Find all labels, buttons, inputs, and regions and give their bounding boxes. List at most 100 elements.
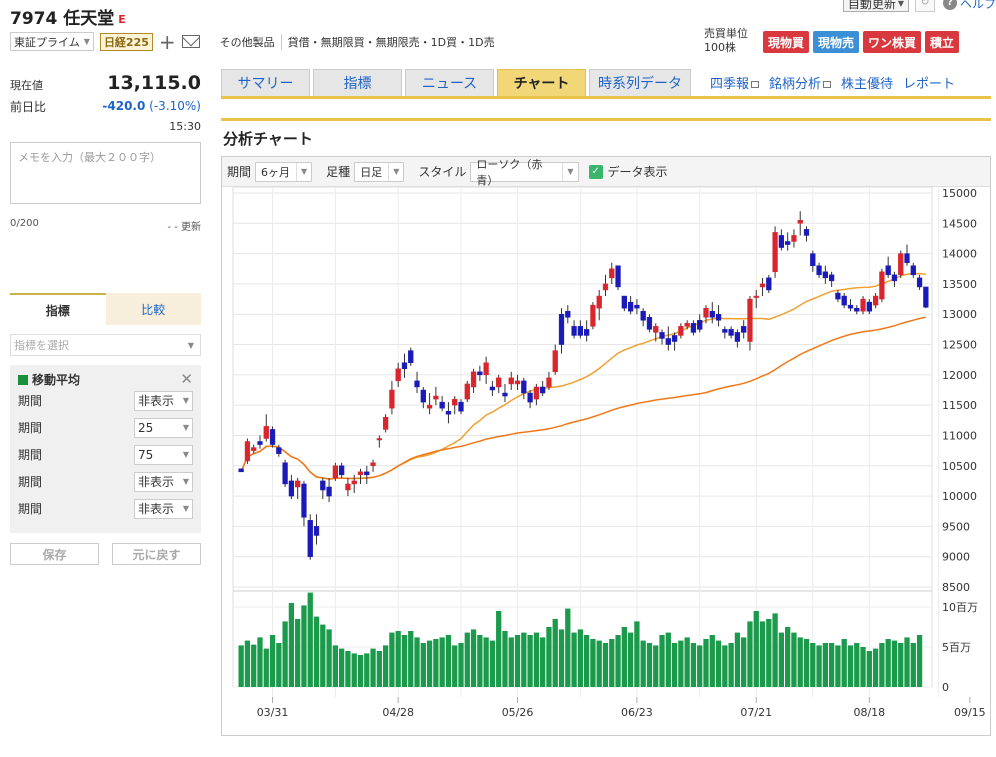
tab-indicators[interactable]: 指標 xyxy=(313,69,402,96)
y-tick-label: 10500 xyxy=(942,460,977,473)
tab-news[interactable]: ニュース xyxy=(405,69,494,96)
x-tick-label: 04/28 xyxy=(382,706,414,719)
candle xyxy=(759,283,766,288)
volume-bar xyxy=(734,632,741,687)
candle xyxy=(370,462,376,467)
y-tick-label: 8500 xyxy=(942,581,970,594)
volume-bar xyxy=(759,621,766,687)
candle xyxy=(357,471,364,476)
candle xyxy=(244,441,251,462)
volume-bar xyxy=(326,629,332,687)
chevron-down-icon: ▼ xyxy=(182,423,189,432)
candle xyxy=(477,371,483,376)
candle xyxy=(810,253,816,266)
ma-period-select[interactable]: 非表示 ▼ xyxy=(134,498,193,519)
volume-bar xyxy=(671,643,678,687)
tab-summary[interactable]: サマリー xyxy=(221,69,310,96)
auto-update-select[interactable]: 自動更新 ▼ xyxy=(842,0,909,12)
volume-bar xyxy=(602,643,609,687)
interval-select[interactable]: 日足 ▼ xyxy=(354,161,405,182)
volume-bar xyxy=(351,653,357,687)
volume-bar xyxy=(502,631,508,687)
exchange-select[interactable]: 東証プライム ▼ xyxy=(10,32,94,51)
volume-bar xyxy=(238,645,244,687)
volume-bar xyxy=(489,640,496,687)
trade-unit-value: 100株 xyxy=(704,41,736,54)
close-icon[interactable]: ✕ xyxy=(180,370,193,388)
chevron-down-icon: ▼ xyxy=(296,162,311,181)
tab-compare[interactable]: 比較 xyxy=(105,293,201,325)
chevron-down-icon: ▼ xyxy=(388,162,403,181)
candle xyxy=(489,386,496,391)
candle xyxy=(445,410,452,415)
candle xyxy=(546,377,552,388)
link-report[interactable]: レポート xyxy=(903,73,955,92)
candle xyxy=(401,362,408,370)
candle xyxy=(282,462,288,485)
candle xyxy=(452,398,458,406)
volume-bar xyxy=(803,639,810,687)
indicator-select[interactable]: 指標を選択 ▼ xyxy=(10,334,201,356)
ma-period-select[interactable]: 75 ▼ xyxy=(134,444,193,465)
candle xyxy=(715,313,722,321)
candle xyxy=(408,350,414,363)
one-share-buy-button[interactable]: ワン株買 xyxy=(863,31,922,53)
volume-bar xyxy=(841,639,847,687)
link-benefits[interactable]: 株主優待 xyxy=(841,73,893,92)
candle xyxy=(251,447,257,451)
candle xyxy=(684,323,690,327)
x-tick-label: 08/18 xyxy=(853,706,885,719)
candle xyxy=(470,371,477,388)
candle xyxy=(320,480,326,491)
candle xyxy=(728,329,734,336)
tab-timeseries[interactable]: 時系列データ xyxy=(589,69,691,96)
accumulate-button[interactable]: 積立 xyxy=(925,31,960,53)
tab-indicator[interactable]: 指標 xyxy=(10,293,106,325)
data-display-checkbox[interactable]: ✓ データ表示 xyxy=(588,163,668,180)
candle xyxy=(797,220,803,224)
link-analysis[interactable]: 銘柄分析 xyxy=(769,73,832,92)
cash-sell-button[interactable]: 現物売 xyxy=(813,31,860,53)
cash-buy-button[interactable]: 現物買 xyxy=(763,31,810,53)
volume-bar xyxy=(408,631,414,687)
tab-chart[interactable]: チャート xyxy=(497,69,586,96)
change-label: 前日比 xyxy=(10,99,47,114)
candle xyxy=(916,277,923,288)
candle xyxy=(571,326,577,336)
candle xyxy=(238,468,244,473)
volume-bar xyxy=(916,635,923,687)
candle xyxy=(697,320,703,330)
volume-bar xyxy=(766,619,772,687)
refresh-button[interactable]: ↻ xyxy=(914,0,935,12)
candle xyxy=(753,295,759,298)
volume-bar xyxy=(527,635,533,687)
help-link[interactable]: ? ヘルプ xyxy=(942,0,996,12)
ma-period-select[interactable]: 25 ▼ xyxy=(134,417,193,438)
volume-bar xyxy=(496,611,502,687)
candlestick-chart[interactable]: 15000 14500 14000 13500 13000 12500 12000 11500… xyxy=(222,187,990,735)
save-button[interactable]: 保存 xyxy=(10,543,99,565)
memo-input[interactable]: メモを入力（最大２００字） xyxy=(10,142,201,204)
ma-period-select[interactable]: 非表示 ▼ xyxy=(134,471,193,492)
reset-button[interactable]: 元に戻す xyxy=(112,543,201,565)
volume-bar xyxy=(426,640,433,687)
candle xyxy=(295,480,301,488)
mail-icon[interactable] xyxy=(181,35,200,48)
volume-bar xyxy=(257,637,263,687)
style-select[interactable]: ローソク（赤青） ▼ xyxy=(470,158,579,187)
ma-period-select[interactable]: 非表示 ▼ xyxy=(134,390,193,411)
chevron-down-icon: ▼ xyxy=(83,37,90,46)
period-select[interactable]: 6ヶ月 ▼ xyxy=(255,161,313,182)
volume-bar xyxy=(439,637,445,687)
volume-bar xyxy=(872,648,879,687)
candle xyxy=(307,520,313,557)
candle xyxy=(433,395,439,400)
y-tick-label: 12500 xyxy=(942,339,977,352)
chevron-down-icon: ▼ xyxy=(562,162,577,181)
candle xyxy=(382,417,389,430)
volume-bar xyxy=(634,621,640,687)
link-shikiho[interactable]: 四季報 xyxy=(710,73,760,92)
add-icon[interactable]: + xyxy=(159,32,176,52)
volume-bar xyxy=(339,648,345,687)
price-time: 15:30 xyxy=(169,120,201,133)
